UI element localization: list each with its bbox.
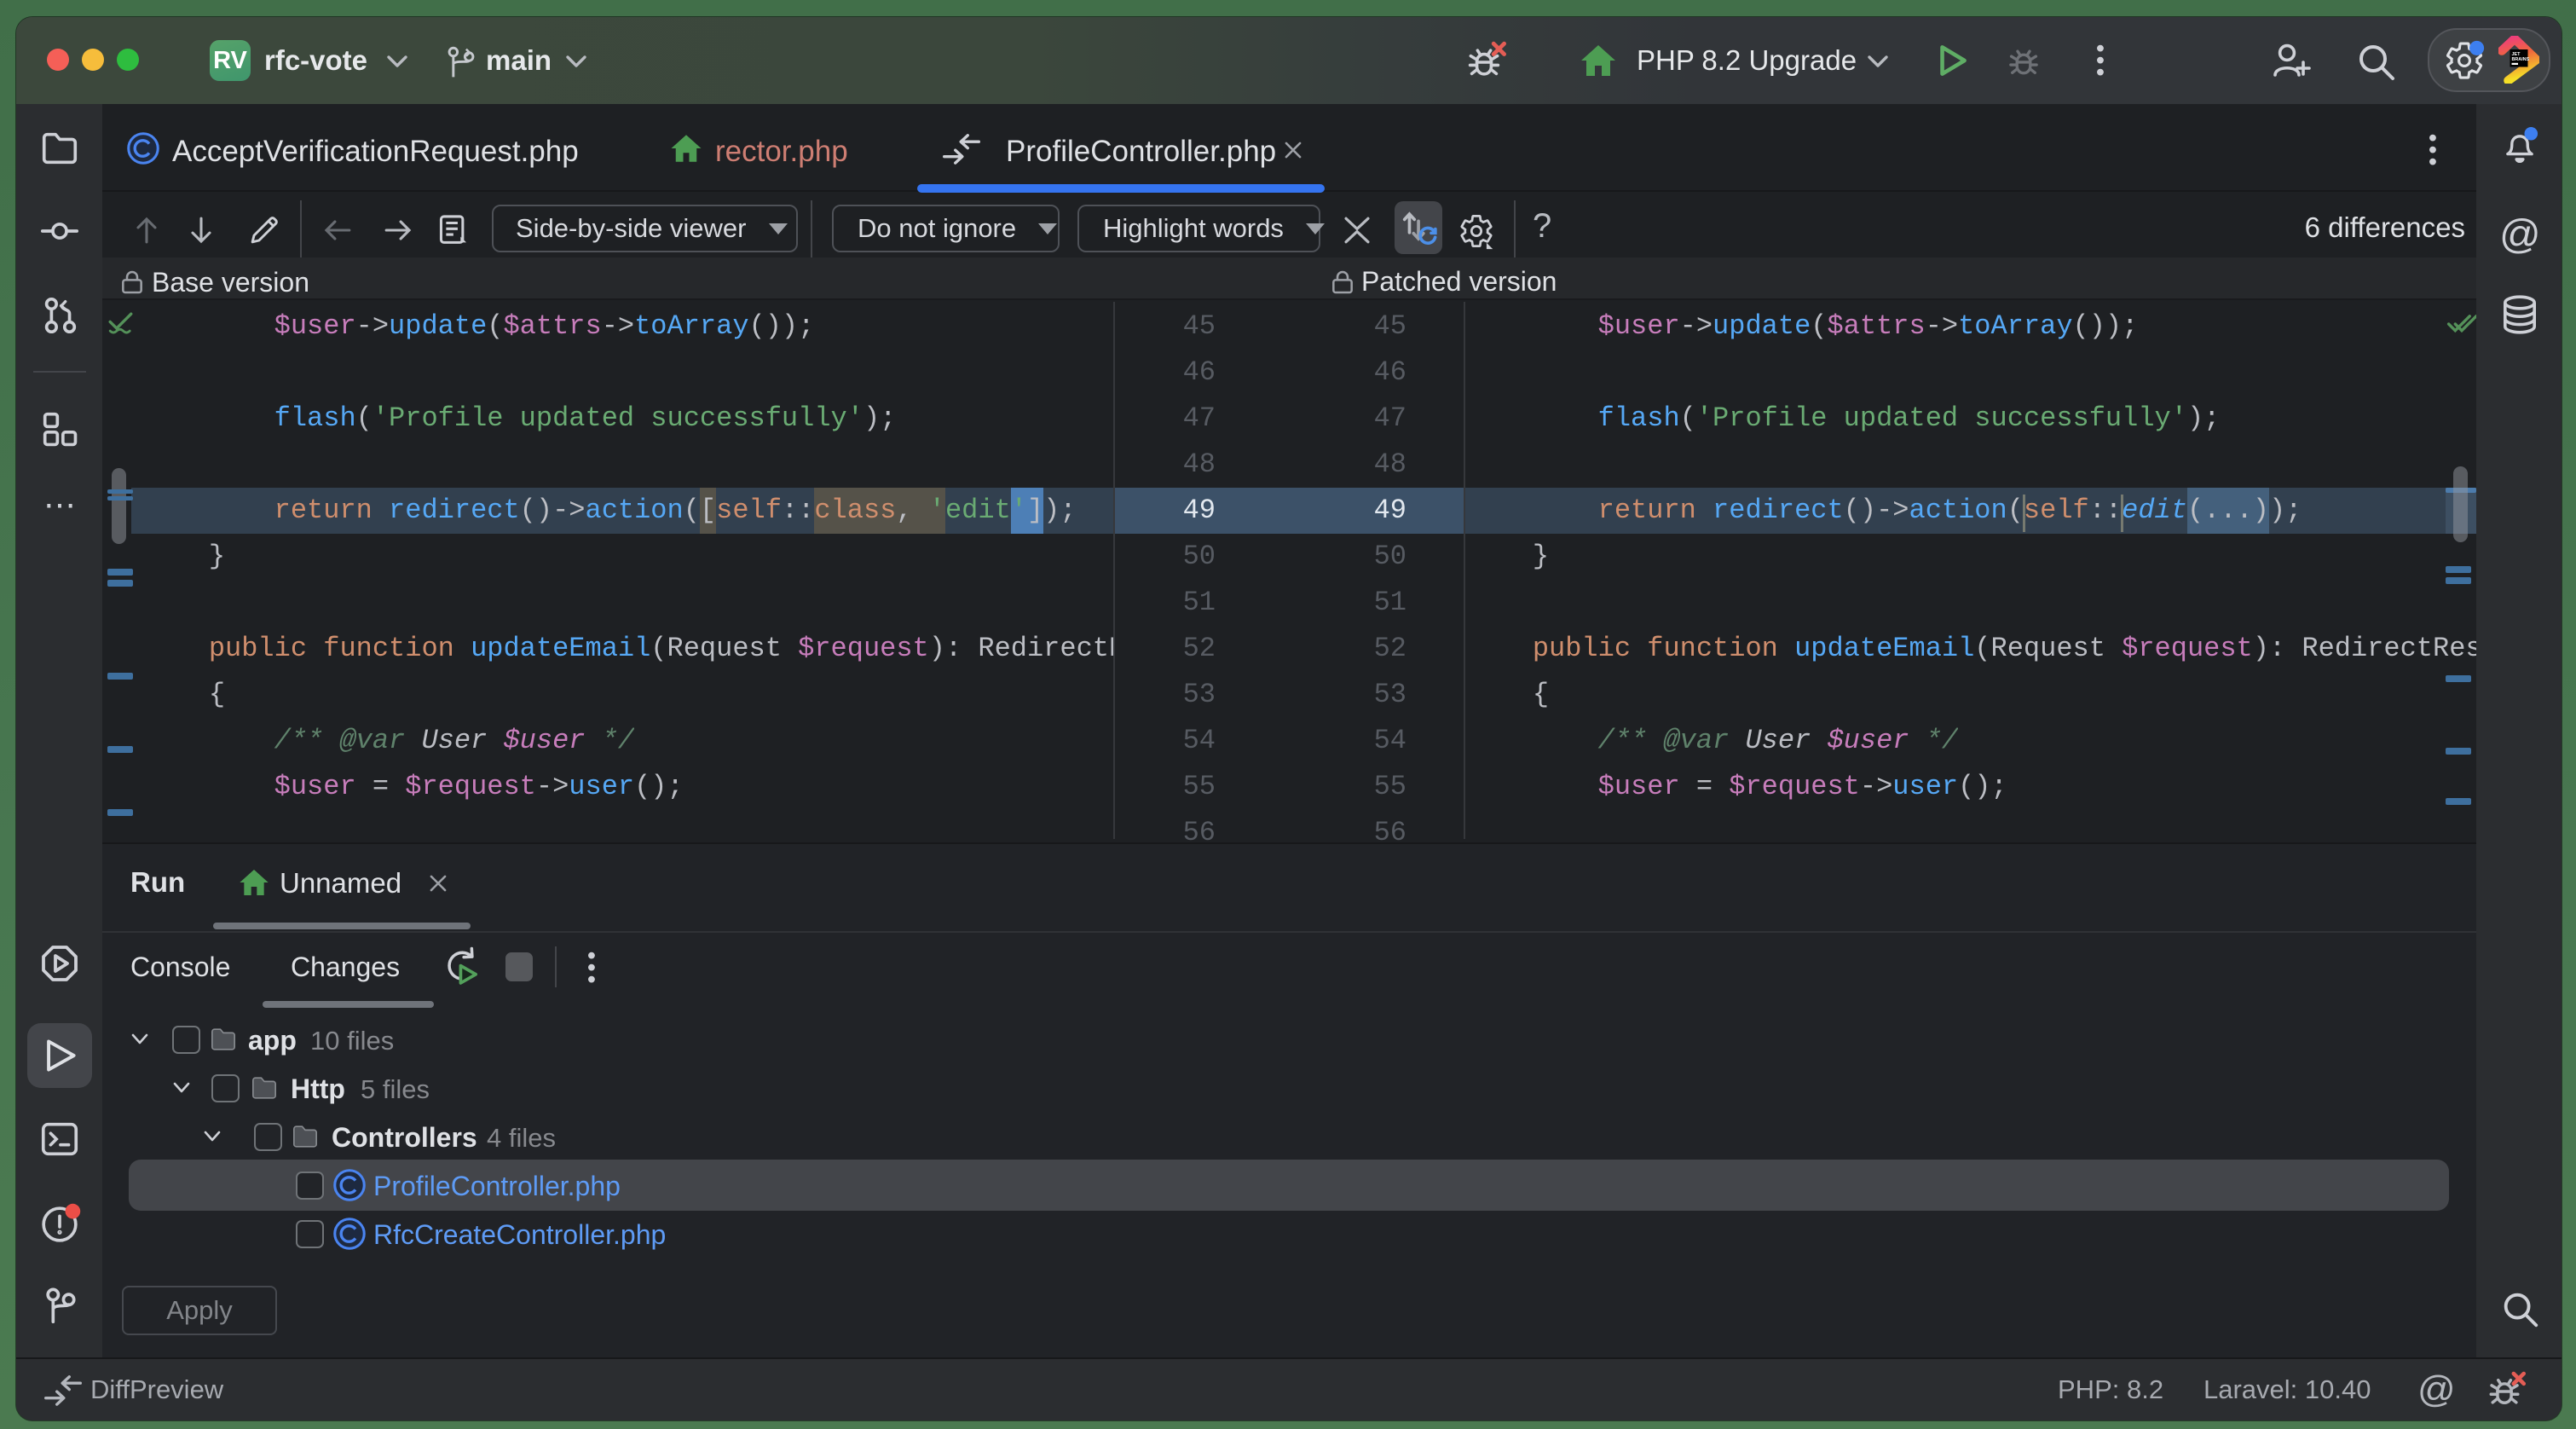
svg-text:BRAINS: BRAINS bbox=[2512, 57, 2530, 62]
